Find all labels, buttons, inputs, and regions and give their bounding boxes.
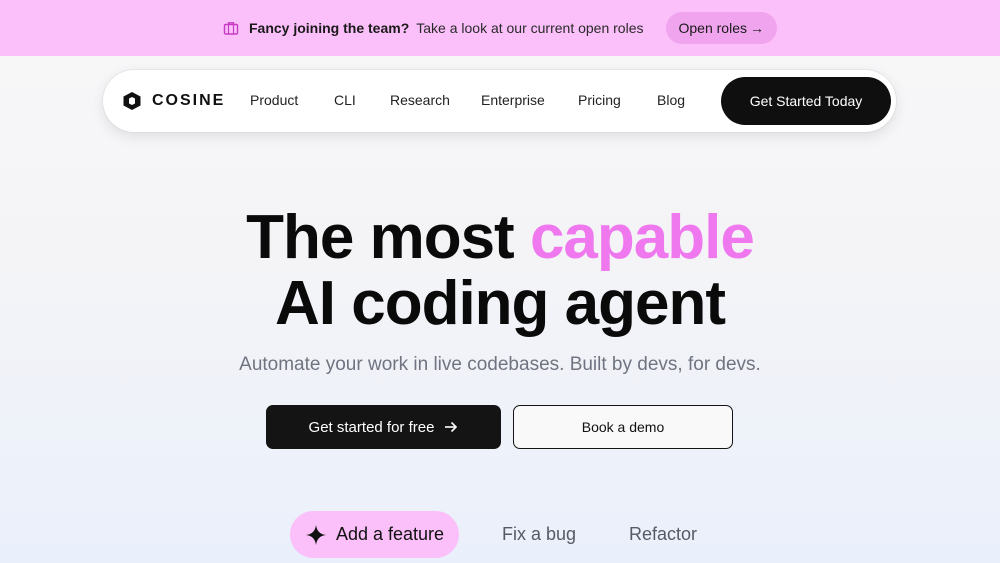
get-started-free-button[interactable]: Get started for free: [266, 405, 501, 449]
hero-title-line-1: The most capable: [0, 202, 1000, 273]
announcement-bar: Fancy joining the team? Take a look at o…: [0, 0, 1000, 56]
sparkle-icon: [305, 524, 327, 546]
arrow-right-icon: →: [749, 20, 764, 36]
nav-link-product[interactable]: Product: [250, 92, 298, 108]
tab-fix-bug[interactable]: Fix a bug: [502, 511, 576, 558]
hero-title-plain: The most: [246, 203, 515, 272]
book-demo-button[interactable]: Book a demo: [513, 405, 733, 449]
hero-subtitle: Automate your work in live codebases. Bu…: [239, 354, 761, 375]
open-roles-label: Open roles: [678, 20, 747, 36]
get-started-free-label: Get started for free: [308, 418, 435, 436]
open-roles-button[interactable]: Open roles →: [665, 12, 777, 44]
announcement-lead: Fancy joining the team?: [249, 20, 410, 36]
tab-add-feature[interactable]: Add a feature: [290, 511, 459, 558]
briefcase-icon: [223, 20, 239, 36]
get-started-today-button[interactable]: Get Started Today: [721, 77, 891, 125]
nav-link-research[interactable]: Research: [390, 92, 450, 108]
hero-title-accent: capable: [529, 203, 755, 272]
nav-link-blog[interactable]: Blog: [657, 92, 685, 108]
brand-name: COSINE: [152, 92, 226, 109]
tab-add-feature-label: Add a feature: [335, 524, 445, 544]
nav-link-cli[interactable]: CLI: [334, 92, 356, 108]
hero-title-line-2: AI coding agent: [275, 269, 726, 338]
navbar: COSINE Product CLI Research Enterprise P…: [103, 70, 896, 132]
announcement-text: Take a look at our current open roles: [416, 20, 644, 36]
tab-refactor[interactable]: Refactor: [629, 511, 697, 558]
cosine-logo-icon: [122, 91, 142, 111]
nav-link-pricing[interactable]: Pricing: [578, 92, 621, 108]
brand-home-link[interactable]: COSINE: [122, 88, 225, 114]
nav-link-enterprise[interactable]: Enterprise: [481, 92, 545, 108]
arrow-right-icon: [444, 420, 458, 434]
